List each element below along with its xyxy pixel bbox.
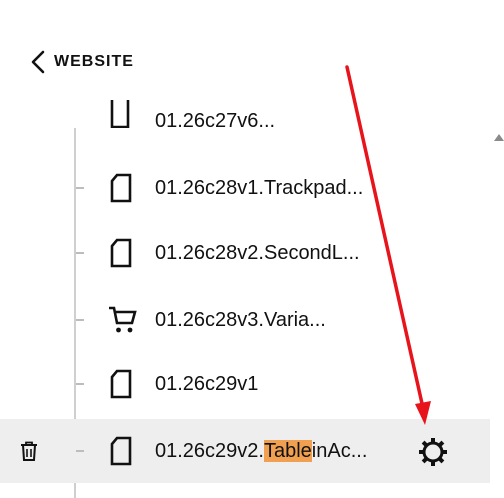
page-item-trackpad[interactable]: 01.26c28v1.Trackpad... — [0, 156, 490, 220]
page-item-secondl[interactable]: 01.26c28v2.SecondL... — [0, 221, 490, 285]
tree-tick — [76, 252, 84, 254]
page-item-varia[interactable]: 01.26c28v3.Varia... — [0, 288, 490, 352]
pages-panel: WEBSITE 01.26c27v6... 01.26c28v1.Trackpa… — [0, 0, 504, 498]
page-item-label: 01.26c29v2.TableinAc... — [155, 438, 367, 464]
tree-tick — [76, 450, 84, 452]
back-link-label: WEBSITE — [54, 53, 134, 70]
page-icon — [108, 436, 134, 466]
search-match-highlight: Table — [263, 440, 312, 462]
page-icon — [108, 173, 134, 203]
page-item-label: 01.26c27v6... — [155, 110, 276, 128]
tree-tick — [76, 383, 84, 385]
page-item-c29v1[interactable]: 01.26c29v1 — [0, 352, 490, 416]
label-suffix: inAc... — [311, 440, 368, 462]
trash-icon[interactable] — [20, 441, 38, 461]
cart-icon — [108, 305, 137, 335]
page-item-label: 01.26c28v3.Varia... — [155, 309, 326, 331]
page-item-partial[interactable]: 01.26c27v6... — [0, 100, 490, 128]
gear-icon[interactable] — [418, 437, 448, 467]
page-item-tableinac-selected[interactable]: 01.26c29v2.TableinAc... — [0, 419, 490, 483]
scroll-up-arrow[interactable] — [494, 134, 504, 141]
page-item-label: 01.26c28v2.SecondL... — [155, 242, 360, 264]
page-icon — [108, 100, 134, 128]
page-item-label: 01.26c28v1.Trackpad... — [155, 177, 364, 199]
back-to-website-link[interactable]: WEBSITE — [30, 48, 134, 76]
page-item-label: 01.26c29v1 — [155, 373, 259, 395]
page-icon — [108, 238, 134, 268]
chevron-left-icon — [30, 50, 46, 74]
page-icon — [108, 369, 134, 399]
tree-tick — [76, 319, 84, 321]
tree-tick — [76, 187, 84, 189]
label-prefix: 01.26c29v2. — [155, 440, 264, 462]
